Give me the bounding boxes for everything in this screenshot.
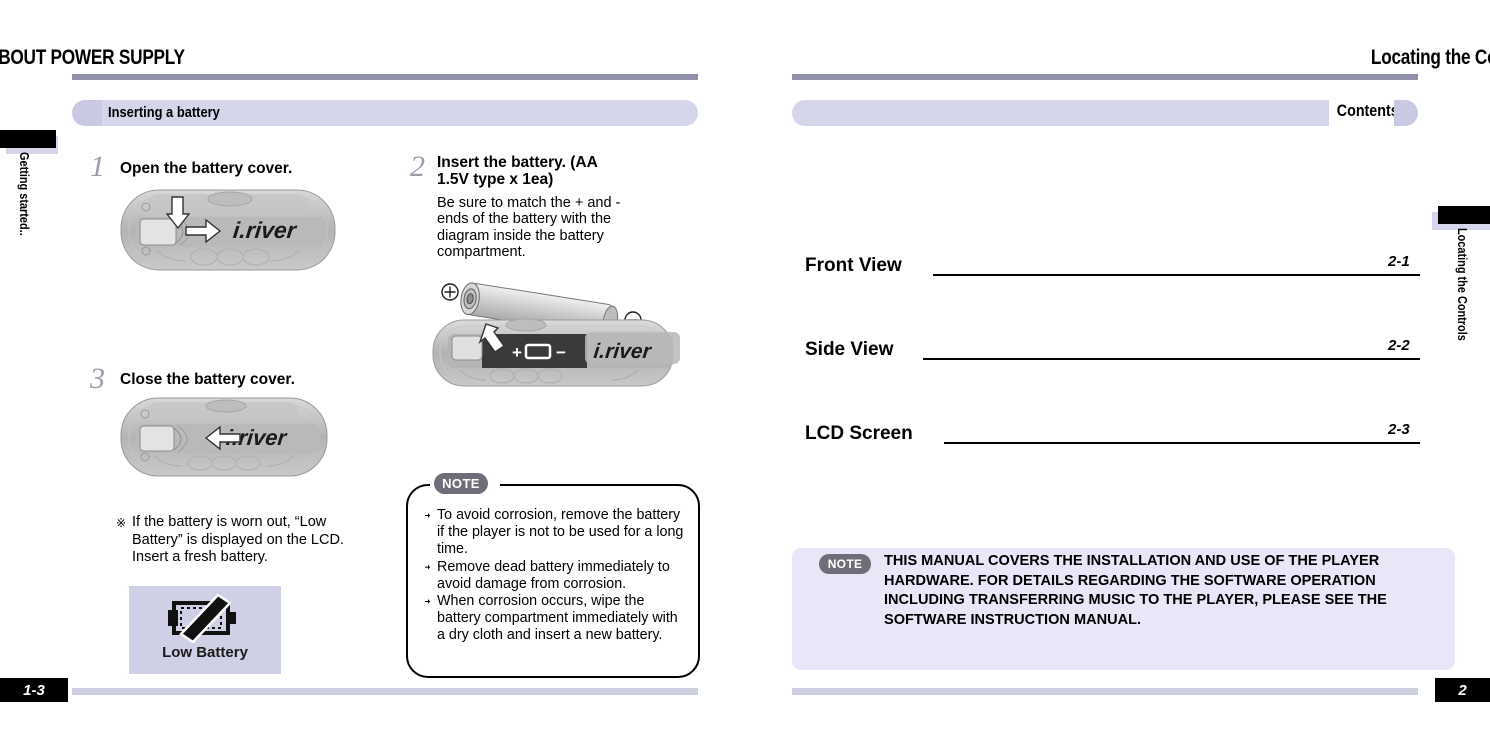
left-side-tab-block xyxy=(0,130,56,148)
plus-terminal-marker xyxy=(441,283,459,301)
toc-label: Side View xyxy=(805,339,894,360)
left-header-rule xyxy=(72,74,698,80)
toc-entry-lcd-screen[interactable]: LCD Screen 2-3 xyxy=(805,418,1420,452)
contents-bar-body xyxy=(792,100,1329,126)
step-1-device-illustration: i.river xyxy=(120,189,336,271)
left-footer-rule xyxy=(72,688,698,695)
section-title: Inserting a battery xyxy=(108,104,220,121)
left-side-tab-label: Getting started.. xyxy=(17,152,32,236)
note-items: To avoid corrosion, remove the battery i… xyxy=(424,507,686,645)
step-3-heading: Close the battery cover. xyxy=(120,371,295,388)
step-3-number: 3 xyxy=(90,362,105,395)
manual-scope-note-badge: NOTE xyxy=(819,554,871,574)
asterisk-note-text: If the battery is worn out, “Low Battery… xyxy=(132,514,344,565)
contents-bar-cap xyxy=(1394,100,1418,126)
note-badge: NOTE xyxy=(434,473,488,494)
step-2-number: 2 xyxy=(410,150,425,183)
right-page: Locating the Controls Locating the Contr… xyxy=(745,0,1490,744)
step-2-heading: Insert the battery. (AA 1.5V type x 1ea) xyxy=(437,154,598,188)
step-3-device-illustration: i.river xyxy=(120,397,328,477)
step-2-body: Be sure to match the + and - ends of the… xyxy=(437,195,621,261)
toc-label: Front View xyxy=(805,255,902,276)
right-page-title: Locating the Controls xyxy=(1371,46,1490,69)
right-side-tab-label: Locating the Controls xyxy=(1455,228,1470,341)
low-battery-label: Low Battery xyxy=(162,644,248,661)
right-page-number: 2 xyxy=(1435,678,1490,702)
toc-page-number: 2-2 xyxy=(1388,337,1410,354)
step-1-number: 1 xyxy=(90,150,105,183)
note-item: When corrosion occurs, wipe the battery … xyxy=(424,593,686,645)
toc-entry-side-view[interactable]: Side View 2-2 xyxy=(805,334,1420,368)
toc-page-number: 2-3 xyxy=(1388,421,1410,438)
note-item: Remove dead battery immediately to avoid… xyxy=(424,559,686,593)
low-battery-icon xyxy=(168,593,236,643)
section-bar-cap xyxy=(72,100,102,126)
left-page-title: ABOUT POWER SUPPLY xyxy=(0,46,185,69)
right-header-rule xyxy=(792,74,1418,80)
svg-text:i.river: i.river xyxy=(232,217,299,243)
toc-entry-front-view[interactable]: Front View 2-1 xyxy=(805,250,1420,284)
left-page-number: 1-3 xyxy=(0,678,68,702)
toc-leader-line xyxy=(933,274,1420,276)
right-footer-rule xyxy=(792,688,1418,695)
left-page: Getting started.. ABOUT POWER SUPPLY Ins… xyxy=(0,0,745,744)
toc-page-number: 2-1 xyxy=(1388,253,1410,270)
toc-leader-line xyxy=(923,358,1420,360)
toc-label: LCD Screen xyxy=(805,423,913,444)
svg-text:i.river: i.river xyxy=(592,340,653,363)
svg-text:−: − xyxy=(556,343,566,362)
right-side-tab-block xyxy=(1438,206,1490,224)
manual-scope-note-text: THIS MANUAL COVERS THE INSTALLATION AND … xyxy=(884,552,1387,628)
asterisk-marker: ※ xyxy=(116,516,127,530)
contents-title: Contents xyxy=(1337,101,1399,120)
step-2-battery-illustration: + − i.river xyxy=(432,282,680,387)
low-battery-panel: Low Battery xyxy=(129,586,281,674)
svg-text:+: + xyxy=(512,343,522,362)
note-item: To avoid corrosion, remove the battery i… xyxy=(424,507,686,559)
toc-leader-line xyxy=(944,442,1420,444)
step-1-heading: Open the battery cover. xyxy=(120,160,293,177)
